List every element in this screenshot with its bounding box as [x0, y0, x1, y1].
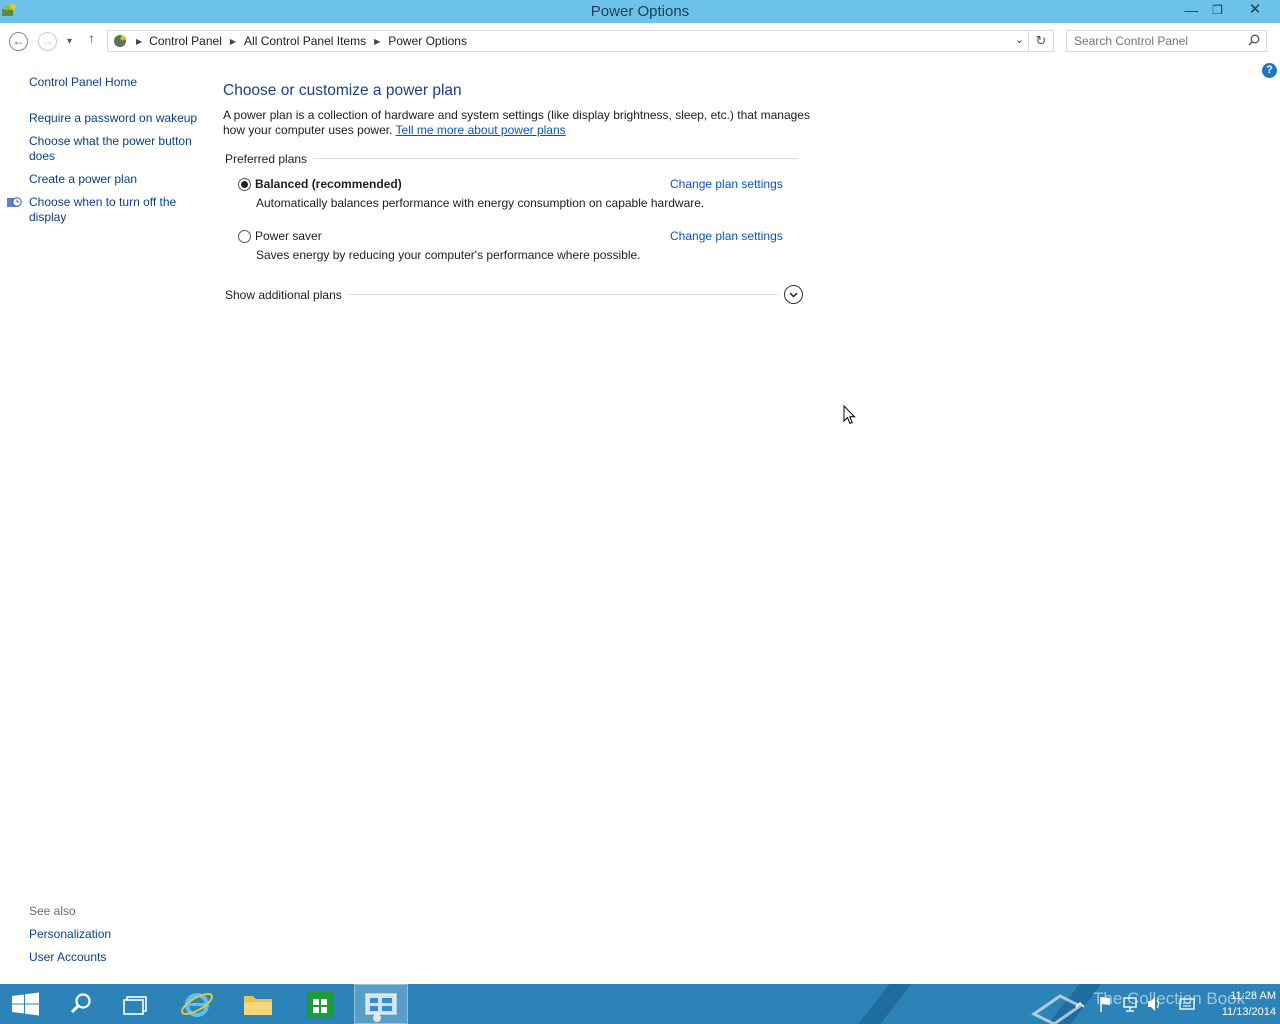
breadcrumb-control-panel[interactable]: Control Panel: [149, 34, 222, 48]
personalization-link[interactable]: Personalization: [29, 927, 199, 942]
maximize-button[interactable]: ❐: [1204, 0, 1231, 22]
power-button-link[interactable]: Choose what the power button does: [29, 134, 199, 164]
balanced-plan-description: Automatically balances performance with …: [256, 196, 705, 210]
mouse-cursor-icon: [843, 405, 856, 425]
windows-logo-icon: [12, 992, 39, 1016]
control-panel-taskbar-button[interactable]: [354, 984, 408, 1024]
volume-icon[interactable]: [1146, 984, 1162, 1024]
breadcrumb-power-options[interactable]: Power Options: [388, 34, 467, 48]
start-button[interactable]: [0, 984, 54, 1024]
internet-explorer-button[interactable]: [170, 984, 224, 1024]
recent-locations-dropdown[interactable]: ▾: [67, 36, 72, 47]
up-button[interactable]: ↑: [88, 30, 95, 46]
search-taskbar-button[interactable]: [54, 984, 108, 1024]
breadcrumb-separator[interactable]: ▶: [136, 37, 142, 46]
address-dropdown-icon[interactable]: ⌄: [1015, 33, 1024, 46]
chevron-down-icon: [789, 292, 798, 298]
minimize-button[interactable]: —: [1178, 0, 1205, 22]
page-title: Choose or customize a power plan: [223, 82, 462, 99]
user-accounts-link[interactable]: User Accounts: [29, 950, 199, 965]
taskbar-decoration: [842, 984, 920, 1024]
forward-button[interactable]: →: [38, 32, 57, 51]
show-hidden-icons-icon[interactable]: [1074, 984, 1086, 1024]
taskbar: The Collection Book 11:28 AM 11/13/2014: [0, 984, 1280, 1024]
back-button[interactable]: ←: [9, 32, 28, 51]
breadcrumb: ▶ Control Panel ▶ All Control Panel Items ▶ P…: [136, 34, 467, 48]
control-panel-icon: [365, 993, 397, 1022]
search-box[interactable]: [1066, 30, 1267, 52]
show-additional-plans-label[interactable]: Show additional plans: [225, 288, 342, 302]
clock-time: 11:28 AM: [1230, 990, 1276, 1002]
internet-explorer-icon: [180, 993, 214, 1017]
title-bar: Power Options — ❐ ✕: [0, 0, 1280, 23]
clock[interactable]: 11:28 AM 11/13/2014: [1200, 988, 1276, 1020]
refresh-button[interactable]: ↻: [1029, 30, 1054, 52]
balanced-change-plan-settings-link[interactable]: Change plan settings: [670, 177, 783, 191]
power-saver-plan-radio[interactable]: [238, 230, 251, 243]
power-saver-plan-name[interactable]: Power saver: [255, 229, 322, 243]
display-clock-icon: [7, 197, 22, 207]
window-title: Power Options: [590, 3, 690, 20]
power-saver-plan-description: Saves energy by reducing your computer's…: [256, 248, 641, 262]
breadcrumb-separator[interactable]: ▶: [374, 37, 380, 46]
task-view-button[interactable]: [108, 984, 162, 1024]
balanced-plan-radio[interactable]: [238, 178, 251, 191]
store-button[interactable]: [293, 984, 347, 1024]
balanced-plan-name[interactable]: Balanced (recommended): [255, 177, 402, 191]
search-icon: [70, 993, 91, 1014]
keyboard-language-icon[interactable]: [1178, 984, 1196, 1024]
action-center-flag-icon[interactable]: [1098, 984, 1112, 1024]
control-panel-icon: [114, 35, 126, 47]
see-also-label: See also: [29, 904, 76, 918]
create-power-plan-link[interactable]: Create a power plan: [29, 172, 199, 187]
breadcrumb-all-control-panel-items[interactable]: All Control Panel Items: [244, 34, 366, 48]
turn-off-display-link[interactable]: Choose when to turn off the display: [29, 195, 199, 225]
expand-additional-plans-button[interactable]: [784, 285, 803, 304]
system-tray: [1070, 984, 1200, 1024]
clock-date: 11/13/2014: [1221, 1006, 1276, 1018]
page-description: A power plan is a collection of hardware…: [223, 108, 813, 138]
search-icon[interactable]: [1248, 34, 1260, 46]
store-icon: [307, 992, 333, 1018]
folder-icon: [244, 996, 272, 1015]
additional-plans-divider: [348, 294, 779, 295]
power-saver-change-plan-settings-link[interactable]: Change plan settings: [670, 229, 783, 243]
require-password-link[interactable]: Require a password on wakeup: [29, 111, 199, 126]
address-bar[interactable]: ▶ Control Panel ▶ All Control Panel Items ▶ P…: [107, 30, 1029, 52]
windows-stack-icon: [123, 996, 147, 1015]
close-button[interactable]: ✕: [1238, 0, 1272, 22]
control-panel-home-link[interactable]: Control Panel Home: [29, 75, 199, 90]
navigation-bar: ← → ▾ ↑ ▶ Control Panel ▶ All Control Panel…: [0, 23, 1280, 59]
file-explorer-button[interactable]: [231, 984, 285, 1024]
preferred-plans-header: Preferred plans: [225, 152, 314, 166]
help-icon[interactable]: ?: [1262, 63, 1277, 78]
breadcrumb-separator[interactable]: ▶: [230, 37, 236, 46]
search-input[interactable]: [1067, 31, 1243, 51]
learn-more-link[interactable]: Tell me more about power plans: [396, 123, 566, 137]
network-icon[interactable]: [1122, 984, 1138, 1024]
